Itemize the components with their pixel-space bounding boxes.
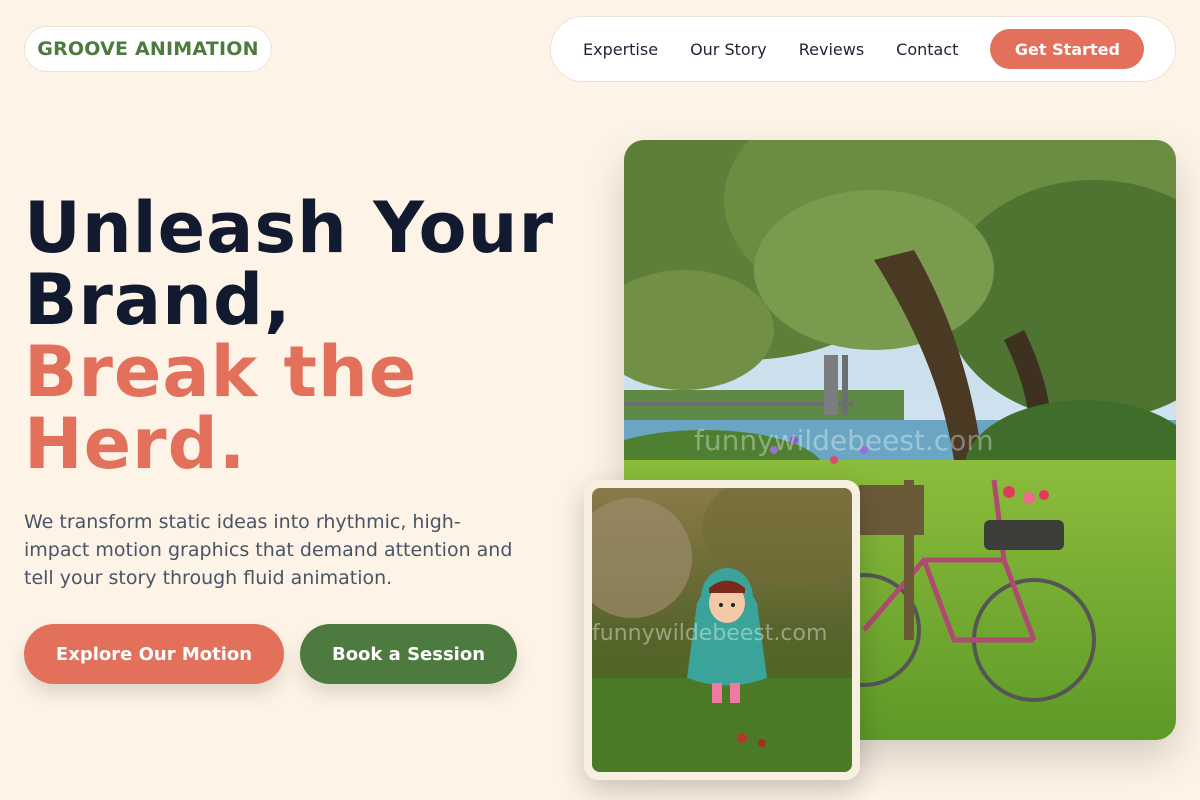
- book-session-button[interactable]: Book a Session: [300, 624, 517, 684]
- logo-text: GROOVE ANIMATION: [37, 38, 259, 60]
- explore-motion-button[interactable]: Explore Our Motion: [24, 624, 284, 684]
- headline-accent-line-2: Herd.: [24, 403, 247, 485]
- landscape-watermark: funnywildebeest.com: [694, 424, 994, 457]
- nav-our-story[interactable]: Our Story: [690, 40, 767, 59]
- get-started-button[interactable]: Get Started: [990, 29, 1145, 69]
- hero-description: We transform static ideas into rhythmic,…: [24, 511, 513, 589]
- nav-contact[interactable]: Contact: [896, 40, 958, 59]
- headline-accent-line-1: Break the: [24, 331, 418, 413]
- hero-photo-figurine-frame: funnywildebeest.com: [584, 480, 860, 780]
- figurine-watermark: funnywildebeest.com: [592, 621, 827, 646]
- nav-reviews[interactable]: Reviews: [799, 40, 864, 59]
- headline-line-2: Brand,: [24, 259, 292, 341]
- headline-line-1: Unleash Your: [24, 187, 554, 269]
- nav-expertise[interactable]: Expertise: [583, 40, 658, 59]
- hero-photo-figurine: funnywildebeest.com: [592, 488, 852, 772]
- logo[interactable]: GROOVE ANIMATION: [24, 26, 272, 72]
- top-nav: Expertise Our Story Reviews Contact Get …: [550, 16, 1176, 82]
- hero-headline: Unleash Your Brand, Break the Herd.: [24, 192, 584, 480]
